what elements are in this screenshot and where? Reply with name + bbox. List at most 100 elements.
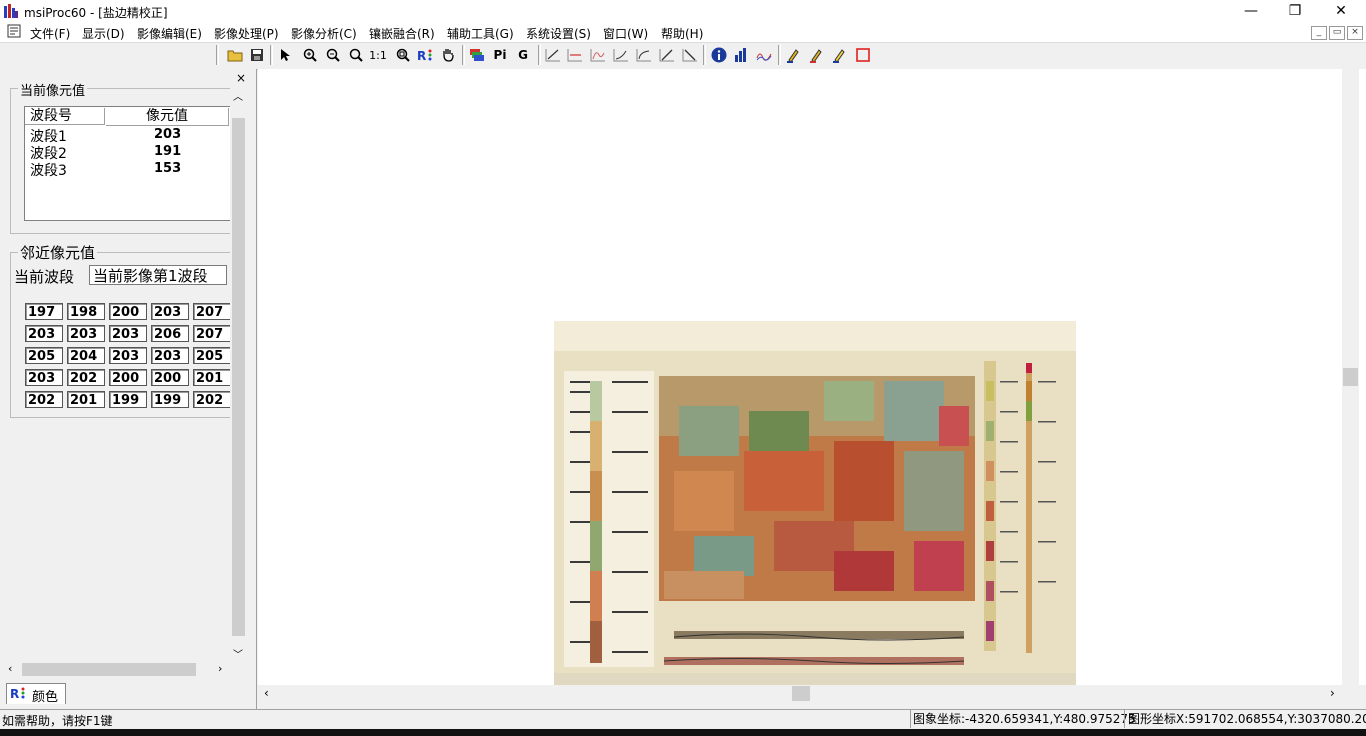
- view-horizontal-scroll-thumb[interactable]: [792, 686, 810, 701]
- grid-cell: 200: [109, 303, 147, 320]
- grid-cell: 203: [151, 303, 189, 320]
- linear-stretch-icon[interactable]: [657, 46, 677, 64]
- log-curve-icon[interactable]: [634, 46, 654, 64]
- grid-cell: 203: [67, 325, 105, 342]
- rectangle-tool-icon[interactable]: [853, 46, 873, 64]
- grid-cell: 203: [25, 325, 63, 342]
- stretch-curve-icon[interactable]: [611, 46, 631, 64]
- panel-vertical-scroll-thumb[interactable]: [232, 118, 245, 636]
- pencil-icon[interactable]: [829, 46, 849, 64]
- app-icon: [4, 4, 18, 18]
- pen-tool-icon[interactable]: [783, 46, 803, 64]
- toolbar-separator: [270, 45, 273, 65]
- document-icon[interactable]: [7, 24, 21, 38]
- band-value-3: 153: [154, 161, 182, 176]
- status-image-coordinate: 图象坐标:-4320.659341,Y:480.975275: [910, 710, 1136, 728]
- menu-system-settings[interactable]: 系统设置(S): [526, 25, 591, 42]
- column-header-value[interactable]: 像元值: [106, 108, 229, 126]
- panel-horizontal-scroll-thumb[interactable]: [22, 663, 196, 676]
- zoom-window-icon[interactable]: [393, 46, 413, 64]
- menu-image-process[interactable]: 影像处理(P): [214, 25, 279, 42]
- mdi-close-button[interactable]: ×: [1347, 26, 1363, 40]
- toolbar-separator: [216, 45, 219, 65]
- grid-cell: 205: [193, 347, 231, 364]
- band-select[interactable]: 当前影像第1波段: [89, 265, 227, 285]
- grid-cell: 207: [193, 303, 231, 320]
- tab-color-label: 颜色: [32, 690, 59, 705]
- zoom-in-icon[interactable]: [300, 46, 320, 64]
- horizontal-line-icon[interactable]: [565, 46, 585, 64]
- grid-cell: 201: [67, 391, 105, 408]
- zoom-fit-icon[interactable]: [346, 46, 366, 64]
- zoom-out-icon[interactable]: [323, 46, 343, 64]
- current-pixel-title: 当前像元值: [18, 80, 88, 99]
- band-value-2: 191: [154, 144, 182, 159]
- restore-button[interactable]: ❐: [1272, 0, 1318, 22]
- svg-text:R: R: [10, 687, 19, 700]
- panel-close-button[interactable]: ×: [236, 71, 246, 85]
- pan-hand-icon[interactable]: [438, 46, 458, 64]
- grid-cell: 203: [109, 347, 147, 364]
- menu-display[interactable]: 显示(D): [82, 25, 125, 42]
- window-title: msiProc60 - [盐边精校正]: [24, 6, 168, 20]
- title-bar: msiProc60 - [盐边精校正] — ❐ ✕: [0, 0, 1366, 22]
- histogram-icon[interactable]: [731, 46, 751, 64]
- scroll-left-arrow-icon[interactable]: ‹: [8, 662, 12, 675]
- view-vertical-scroll-thumb[interactable]: [1343, 368, 1358, 386]
- grid-cell: 204: [67, 347, 105, 364]
- status-map-coordinate: 图形坐标X:591702.068554,Y:3037080.2042: [1124, 710, 1366, 728]
- scroll-up-arrow-icon[interactable]: ︿: [233, 88, 243, 103]
- taskbar-strip: [0, 729, 1366, 736]
- view-scroll-left-arrow-icon[interactable]: ‹: [264, 686, 269, 700]
- info-icon[interactable]: [709, 46, 729, 64]
- grid-cell: 198: [67, 303, 105, 320]
- menu-help[interactable]: 帮助(H): [661, 25, 703, 42]
- grid-cell: 197: [25, 303, 63, 320]
- menu-window[interactable]: 窗口(W): [603, 25, 648, 42]
- rgb-tab-icon: R: [10, 687, 25, 700]
- toolbar-separator: [778, 45, 781, 65]
- scroll-right-arrow-icon[interactable]: ›: [218, 662, 222, 675]
- band-value-1: 203: [154, 127, 182, 142]
- inverse-stretch-icon[interactable]: [680, 46, 700, 64]
- grid-cell: 203: [109, 325, 147, 342]
- column-header-band[interactable]: 波段号: [25, 108, 105, 125]
- menu-bar: 文件(F) 显示(D) 影像编辑(E) 影像处理(P) 影像分析(C) 镶嵌融合…: [0, 22, 1366, 42]
- pi-button[interactable]: Pi: [490, 46, 510, 64]
- actual-size-button[interactable]: 1:1: [368, 46, 388, 64]
- grid-cell: 200: [109, 369, 147, 386]
- pen-edit-icon[interactable]: [806, 46, 826, 64]
- rgb-composite-icon[interactable]: R: [415, 46, 435, 64]
- grid-cell: 199: [109, 391, 147, 408]
- menu-image-edit[interactable]: 影像编辑(E): [137, 25, 202, 42]
- toolbar-separator: [538, 45, 541, 65]
- mdi-restore-button[interactable]: ▭: [1329, 26, 1345, 40]
- close-button[interactable]: ✕: [1318, 0, 1364, 22]
- view-scroll-right-arrow-icon[interactable]: ›: [1330, 686, 1335, 700]
- mdi-minimize-button[interactable]: _: [1311, 26, 1327, 40]
- menu-image-analysis[interactable]: 影像分析(C): [291, 25, 357, 42]
- open-folder-icon[interactable]: [225, 46, 245, 64]
- minimize-button[interactable]: —: [1228, 0, 1274, 22]
- line-tool-icon[interactable]: [543, 46, 563, 64]
- grid-cell: 203: [151, 347, 189, 364]
- neighbor-pixel-title: 邻近像元值: [18, 242, 98, 263]
- grid-cell: 206: [151, 325, 189, 342]
- g-button[interactable]: G: [513, 46, 533, 64]
- menu-aux-tools[interactable]: 辅助工具(G): [447, 25, 514, 42]
- toolbar-separator: [462, 45, 465, 65]
- band-name-3: 波段3: [30, 163, 67, 179]
- layers-icon[interactable]: [467, 46, 487, 64]
- spectrum-profile-icon[interactable]: [754, 46, 774, 64]
- grid-cell: 202: [193, 391, 231, 408]
- scroll-down-arrow-icon[interactable]: ﹀: [233, 646, 243, 661]
- menu-file[interactable]: 文件(F): [30, 25, 70, 42]
- current-band-label: 当前波段: [14, 268, 75, 286]
- curve-tool-icon[interactable]: [588, 46, 608, 64]
- menu-mosaic-fusion[interactable]: 镶嵌融合(R): [369, 25, 435, 42]
- grid-cell: 199: [151, 391, 189, 408]
- pointer-arrow-icon[interactable]: [275, 46, 295, 64]
- geologic-map-image[interactable]: [554, 321, 1076, 685]
- status-help-text: 如需帮助，请按F1键: [2, 714, 113, 728]
- save-icon[interactable]: [247, 46, 267, 64]
